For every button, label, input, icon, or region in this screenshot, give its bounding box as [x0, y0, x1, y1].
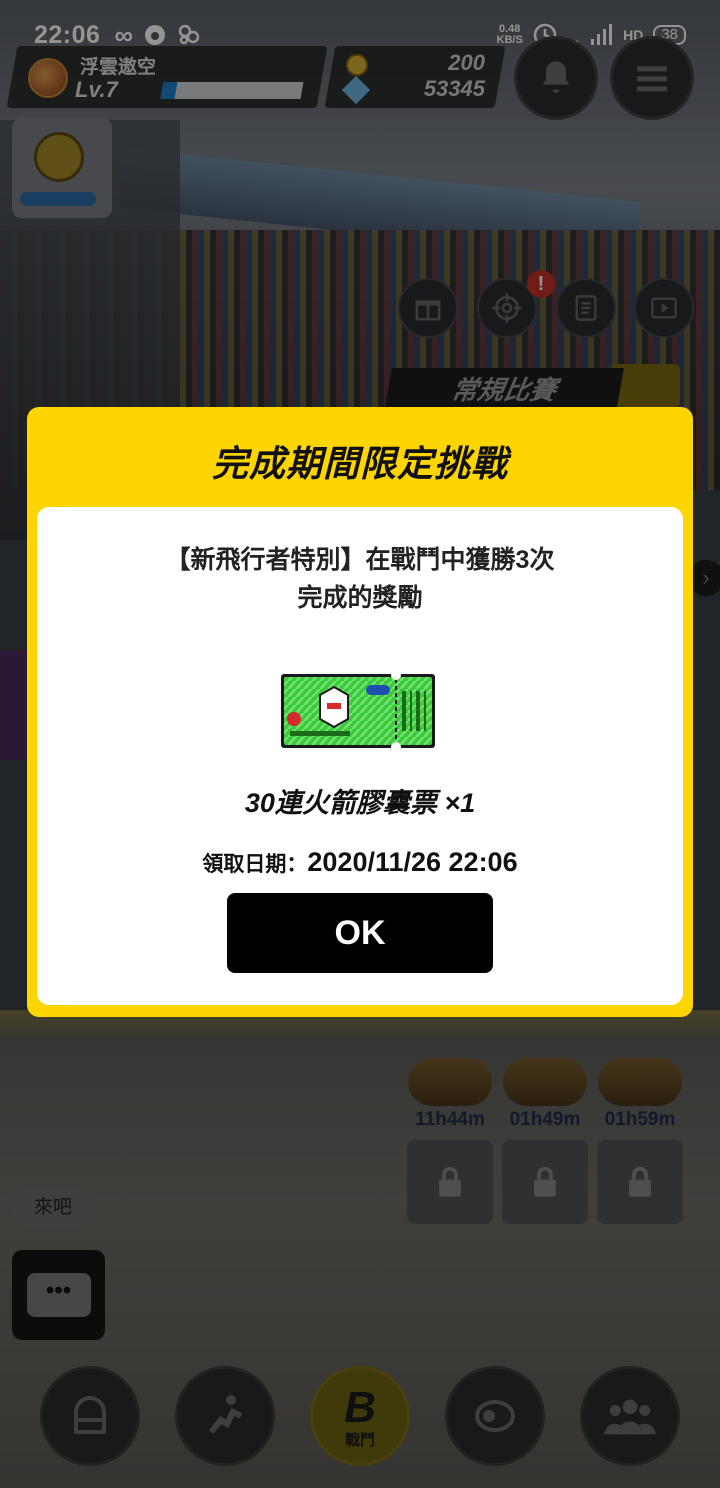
reward-description: 【新飛行者特別】在戰鬥中獲勝3次 完成的獎勵	[57, 541, 663, 617]
claim-date-label: 領取日期：	[202, 853, 308, 876]
claim-date: 領取日期：2020/11/26 22:06	[37, 847, 683, 878]
rocket-capsule-ticket-icon	[281, 673, 435, 749]
dialog-title: 完成期間限定挑戰	[211, 443, 508, 484]
reward-name: 30連火箭膠囊票 ×1	[244, 788, 476, 818]
reward-description-line1: 【新飛行者特別】在戰鬥中獲勝3次	[165, 546, 555, 574]
ok-button[interactable]: OK	[227, 893, 493, 973]
challenge-complete-dialog: 完成期間限定挑戰 【新飛行者特別】在戰鬥中獲勝3次 完成的獎勵 30連火箭膠囊票…	[27, 407, 693, 1017]
reward-description-line2: 完成的獎勵	[297, 584, 423, 612]
dialog-body: 【新飛行者特別】在戰鬥中獲勝3次 完成的獎勵 30連火箭膠囊票 ×1 領取日期：…	[37, 507, 683, 1005]
claim-date-value: 2020/11/26 22:06	[307, 847, 518, 877]
